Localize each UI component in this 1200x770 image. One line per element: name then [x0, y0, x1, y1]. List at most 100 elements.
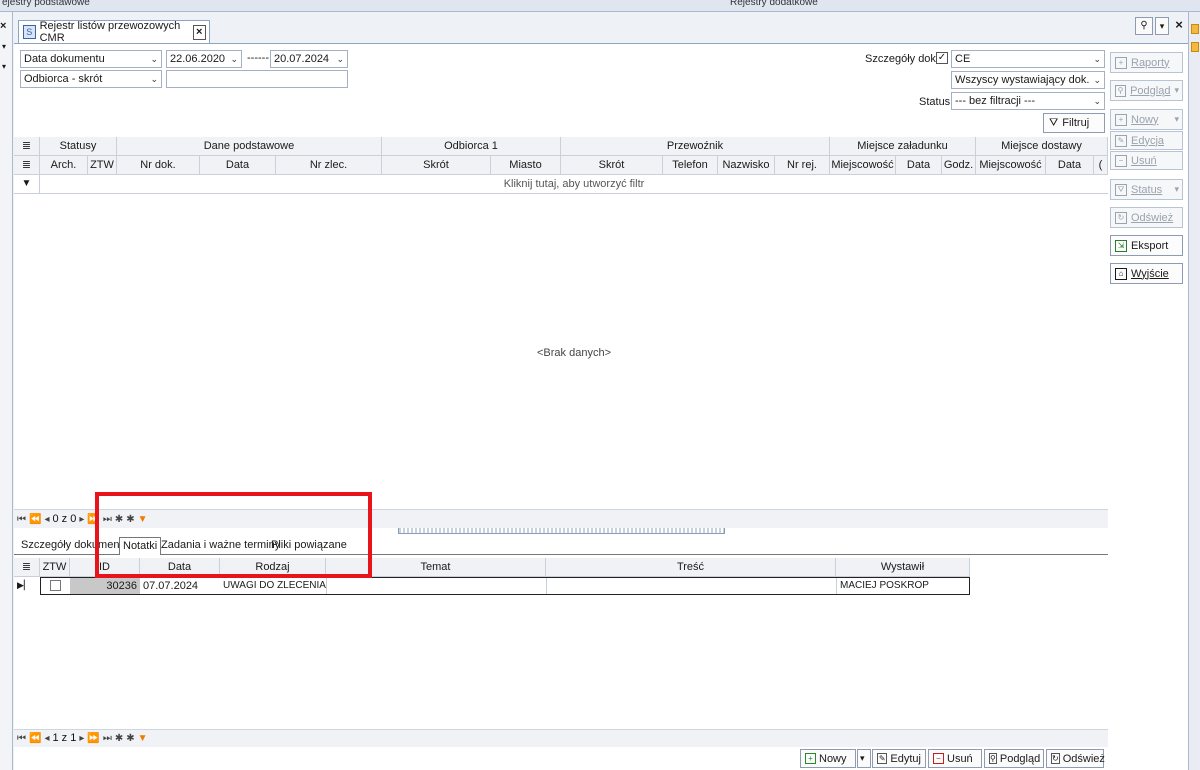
notes-asterisk-icon-2[interactable]: ✱ — [126, 733, 134, 744]
col-zaladunek-miejscowosc[interactable]: Miejscowość — [830, 156, 896, 175]
folder-icon[interactable] — [1191, 24, 1199, 34]
record-count: 0 z 0 — [52, 513, 77, 525]
prev-page-icon[interactable]: ⏪ — [29, 514, 41, 525]
notes-refresh-icon: ↻ — [1051, 753, 1060, 764]
notes-first-page-icon[interactable]: ⏮ — [17, 733, 26, 744]
red-highlight-box — [95, 492, 372, 578]
filter-button[interactable]: ⛛ Filtruj — [1043, 113, 1105, 133]
notes-last-page-icon[interactable]: ⏭ — [103, 733, 112, 744]
search-tool-icon[interactable]: ⚲ — [1135, 17, 1153, 35]
col-miasto[interactable]: Miasto — [491, 156, 561, 175]
tab-title: Rejestr listów przewozowych CMR — [39, 20, 181, 44]
recipient-field-select[interactable]: Odbiorca - skrót ⌄ — [20, 70, 162, 88]
table-row[interactable]: ▶▏ 30236 07.07.2024 UWAGI DO ZLECENIA MA… — [14, 577, 970, 595]
notes-navigator-bar — [14, 729, 1108, 747]
col-przewoznik-skrot[interactable]: Skrót — [561, 156, 663, 175]
notes-edit-button[interactable]: ✎ Edytuj — [872, 749, 926, 768]
col-nazwisko[interactable]: Nazwisko — [718, 156, 775, 175]
notes-asterisk-icon[interactable]: ✱ — [115, 733, 123, 744]
notes-delete-icon: − — [933, 753, 944, 764]
notes-refresh-button[interactable]: ↻ Odśwież — [1046, 749, 1105, 768]
top-right-label: Rejestry dodatkowe — [730, 0, 818, 8]
next-record-icon[interactable]: ▸ — [79, 514, 84, 525]
first-page-icon[interactable]: ⏮ — [17, 514, 26, 525]
filter-hint[interactable]: Kliknij tutaj, aby utworzyć filtr — [40, 175, 1108, 194]
notes-delete-button[interactable]: − Usuń — [928, 749, 982, 768]
right-side-strip[interactable] — [1188, 12, 1200, 770]
row-indicator-icon: ▶▏ — [17, 580, 31, 590]
notes-prev-page-icon[interactable]: ⏪ — [29, 733, 41, 744]
date-field-select[interactable]: Data dokumentu ⌄ — [20, 50, 162, 68]
new-button[interactable]: + Nowy ▾ — [1110, 109, 1183, 130]
col-arch[interactable]: Arch. — [40, 156, 88, 175]
exit-button[interactable]: ⌂ Wyjście — [1110, 263, 1183, 284]
col-data[interactable]: Data — [200, 156, 276, 175]
left-panel[interactable]: × ▾ ▾ — [0, 12, 13, 770]
note-id: 30236 — [70, 578, 140, 594]
window-close-icon[interactable]: × — [1171, 17, 1187, 35]
col-nr-zlec[interactable]: Nr zlec. — [276, 156, 382, 175]
delete-button[interactable]: − Usuń — [1110, 151, 1183, 170]
left-dropdown-icon[interactable]: ▾ — [2, 42, 6, 51]
funnel-icon: ⛛ — [1049, 116, 1059, 129]
date-to-input[interactable]: 20.07.2024 ⌄ — [270, 50, 348, 68]
col-ztw[interactable]: ZTW — [88, 156, 117, 175]
notes-magnifier-icon: ⚲ — [989, 753, 997, 764]
tab-close-icon[interactable]: × — [192, 24, 206, 40]
preview-button[interactable]: ⚲ Podgląd ▾ — [1110, 80, 1183, 101]
recipient-input[interactable] — [166, 70, 348, 88]
left-close-icon[interactable]: × — [0, 20, 6, 32]
notes-orange-filter-icon[interactable]: ▼ — [138, 733, 148, 744]
col-more[interactable]: ( — [1094, 156, 1108, 175]
grid-filter-icon[interactable]: ▼ — [14, 175, 40, 194]
prev-record-icon[interactable]: ◂ — [44, 514, 49, 525]
status-button[interactable]: ⛛ Status ▾ — [1110, 179, 1183, 200]
col-odbiorca-skrot[interactable]: Skrót — [382, 156, 491, 175]
top-left-label: ejestry podstawowe — [2, 0, 90, 8]
export-button[interactable]: ⇲ Eksport — [1110, 235, 1183, 256]
register-icon: S — [23, 25, 36, 39]
col-zaladunek-data[interactable]: Data — [896, 156, 942, 175]
ztw-checkbox[interactable] — [50, 580, 61, 591]
preview-dropdown-icon[interactable]: ▾ — [1174, 85, 1179, 96]
col-nr-rej[interactable]: Nr rej. — [775, 156, 830, 175]
folder-icon-2[interactable] — [1191, 42, 1199, 52]
notes-next-record-icon[interactable]: ▸ — [79, 733, 84, 744]
details-checkbox[interactable]: ✓ — [936, 52, 948, 64]
note-subject — [326, 578, 546, 594]
notes-new-dropdown-icon[interactable]: ▾ — [857, 749, 871, 768]
notes-col-ztw[interactable]: ZTW — [40, 558, 70, 577]
splitter-handle[interactable] — [398, 528, 725, 534]
magnifier-icon: ⚲ — [1115, 84, 1127, 97]
date-from-input[interactable]: 22.06.2020 ⌄ — [166, 50, 242, 68]
refresh-button[interactable]: ↻ Odśwież — [1110, 207, 1183, 228]
notes-prev-record-icon[interactable]: ◂ — [44, 733, 49, 744]
status-dropdown-icon[interactable]: ▾ — [1174, 184, 1179, 195]
col-dostawa-miejscowosc[interactable]: Miejscowość — [976, 156, 1046, 175]
left-dropdown-icon-2[interactable]: ▾ — [2, 62, 6, 71]
notes-next-page-icon[interactable]: ⏩ — [87, 733, 99, 744]
details-select[interactable]: CE ⌄ — [951, 50, 1105, 68]
issuer-select[interactable]: Wszyscy wystawiający dok. ⌄ — [951, 71, 1105, 89]
date-separator: ------ — [247, 52, 269, 64]
col-telefon[interactable]: Telefon — [663, 156, 718, 175]
new-dropdown-icon[interactable]: ▾ — [1174, 114, 1179, 125]
notes-new-button[interactable]: + Nowy — [800, 749, 856, 768]
col-zaladunek-godz[interactable]: Godz. — [942, 156, 976, 175]
reports-button[interactable]: + Raporty — [1110, 52, 1183, 73]
grid-empty-message: <Brak danych> — [537, 347, 611, 359]
col-nr-dok[interactable]: Nr dok. — [117, 156, 200, 175]
notes-col-wystawil[interactable]: Wystawił — [836, 558, 970, 577]
notes-col-tresc[interactable]: Treść — [546, 558, 836, 577]
edit-button[interactable]: ✎ Edycja — [1110, 131, 1183, 150]
chevron-down-icon[interactable]: ▾ — [1155, 17, 1169, 35]
notes-column-chooser-icon[interactable]: ≣ — [14, 558, 40, 577]
column-chooser-icon[interactable]: ≣ — [14, 156, 40, 175]
grid-settings-icon[interactable]: ≣ — [14, 137, 40, 156]
status-select[interactable]: --- bez filtracji --- ⌄ — [951, 92, 1105, 110]
col-dostawa-data[interactable]: Data — [1046, 156, 1094, 175]
tab-cmr-register[interactable]: S Rejestr listów przewozowych CMR × — [18, 20, 210, 44]
note-date: 07.07.2024 — [143, 580, 199, 592]
notes-preview-button[interactable]: ⚲ Podgląd — [984, 749, 1044, 768]
note-content — [546, 578, 836, 594]
